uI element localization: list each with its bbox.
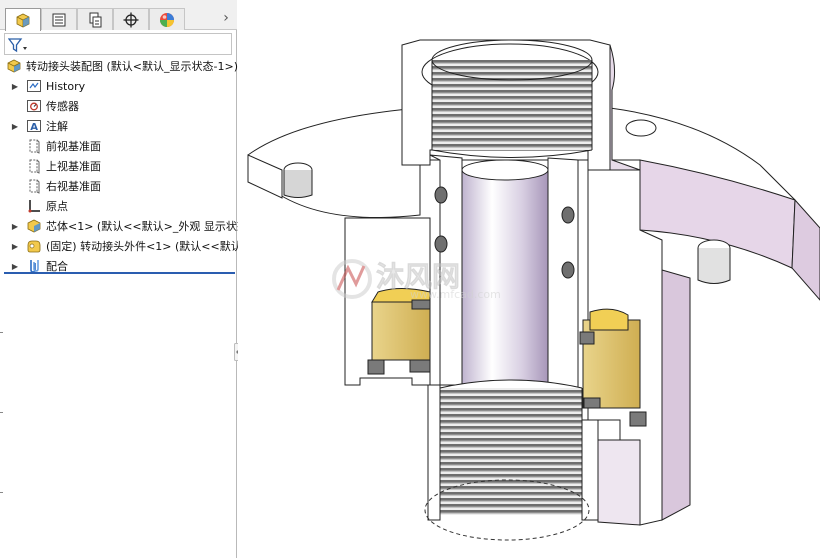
tree-item-label: History: [46, 79, 86, 93]
expand-history-button[interactable]: ▶: [10, 76, 20, 96]
expand-annotations-button[interactable]: ▶: [10, 116, 20, 136]
tree-item-top-plane[interactable]: 上视基准面: [25, 156, 101, 176]
tree-item-label: 上视基准面: [46, 160, 101, 173]
tab-scroll-right-button[interactable]: ›: [218, 8, 234, 28]
watermark-url-text: www.mfcad.com: [410, 288, 501, 301]
tree-item-history[interactable]: History: [25, 76, 85, 96]
tree-root-assembly[interactable]: 转动接头装配图 (默认<默认_显示状态-1>): [5, 56, 238, 76]
plane-icon: [25, 138, 42, 155]
expand-core-part-button[interactable]: ▶: [10, 216, 20, 236]
annotation-icon: A: [25, 118, 42, 135]
plane-icon: [25, 178, 42, 195]
tree-root-label: 转动接头装配图 (默认<默认_显示状态-1>): [26, 60, 238, 73]
assembly-section-view: 沐风网 www.mfcad.com: [247, 39, 820, 541]
property-list-icon: [52, 13, 66, 26]
caret-right-icon: ▶: [11, 261, 19, 271]
panel-edge-tick: [0, 332, 3, 333]
crosshair-icon: [123, 12, 139, 27]
tree-item-core-part[interactable]: 芯体<1> (默认<<默认>_外观 显示状态: [25, 216, 248, 236]
sensor-icon: [25, 98, 42, 115]
tree-item-sensors[interactable]: 传感器: [25, 96, 79, 116]
tab-display-manager[interactable]: [149, 8, 185, 30]
expand-outer-part-button[interactable]: ▶: [10, 236, 20, 256]
assembly-icon: [5, 58, 22, 75]
origin-icon: [25, 198, 42, 215]
feature-manager-panel: › 转动接头装配图 (默认<默认_显示状态-1>) ▶ History 传感器 …: [0, 0, 248, 558]
tab-dim-xpert-manager[interactable]: [113, 8, 149, 30]
filter-dropdown-button[interactable]: [8, 36, 30, 53]
funnel-icon: [8, 37, 27, 52]
configuration-icon: [89, 12, 102, 27]
caret-right-icon: ▶: [11, 221, 19, 231]
panel-edge-tick: [0, 412, 3, 413]
tree-item-front-plane[interactable]: 前视基准面: [25, 136, 101, 156]
part-icon: [25, 218, 42, 235]
tree-item-label: (固定) 转动接头外件<1> (默认<<默认: [46, 240, 242, 253]
caret-right-icon: ▶: [11, 81, 19, 91]
tree-item-origin[interactable]: 原点: [25, 196, 68, 216]
plane-icon: [25, 158, 42, 175]
tree-item-label: 注解: [46, 120, 68, 133]
tab-feature-manager[interactable]: [5, 8, 41, 31]
panel-edge-tick: [0, 492, 3, 493]
tree-rollback-bar[interactable]: [4, 272, 235, 274]
tab-configuration-manager[interactable]: [77, 8, 113, 30]
manager-tab-bar: ›: [0, 0, 237, 31]
tree-item-outer-part[interactable]: (固定) 转动接头外件<1> (默认<<默认: [25, 236, 242, 256]
tree-item-label: 右视基准面: [46, 180, 101, 193]
tree-item-label: 原点: [46, 200, 68, 213]
caret-right-icon: ▶: [11, 121, 19, 131]
tree-item-right-plane[interactable]: 右视基准面: [25, 176, 101, 196]
part-fixed-icon: [25, 238, 42, 255]
lower-thread: [427, 379, 599, 521]
tree-item-label: 前视基准面: [46, 140, 101, 153]
caret-right-icon: ▶: [11, 241, 19, 251]
chevron-right-icon: ›: [223, 10, 229, 26]
tab-property-manager[interactable]: [41, 8, 77, 30]
tree-item-label: 芯体<1> (默认<<默认>_外观 显示状态: [46, 220, 248, 233]
feature-tree-icon: [16, 13, 30, 28]
appearance-sphere-icon: [160, 12, 174, 27]
svg-text:A: A: [30, 122, 38, 133]
tree-filter-field[interactable]: [4, 33, 232, 55]
graphics-area[interactable]: 沐风网 www.mfcad.com: [238, 0, 820, 558]
history-icon: [25, 78, 42, 95]
tree-item-label: 传感器: [46, 100, 79, 113]
tree-item-annotations[interactable]: A 注解: [25, 116, 68, 136]
